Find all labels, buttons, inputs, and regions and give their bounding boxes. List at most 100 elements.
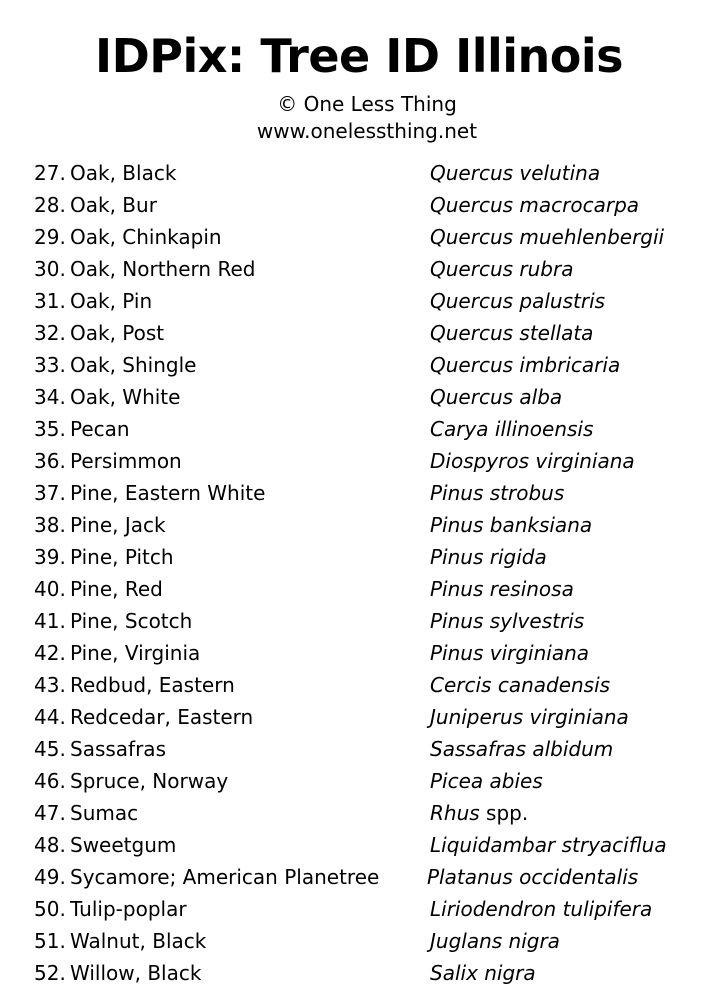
scientific-name-italic: Cercis canadensis: [430, 673, 611, 697]
item-number: 40.: [34, 577, 66, 601]
common-name: Oak, Black: [70, 161, 177, 185]
scientific-name-italic: Salix nigra: [430, 961, 536, 985]
item-number: 46.: [34, 769, 66, 793]
tree-list-item: 45. Sassafras Sassafras albidum: [0, 733, 718, 765]
item-number: 47.: [34, 801, 66, 825]
common-name: Pine, Scotch: [70, 609, 193, 633]
tree-list-item: 33. Oak, Shingle Quercus imbricaria: [0, 349, 718, 381]
tree-list-item: 32. Oak, Post Quercus stellata: [0, 317, 718, 349]
item-number: 39.: [34, 545, 66, 569]
scientific-name: Picea abies: [430, 765, 543, 797]
item-number: 45.: [34, 737, 66, 761]
scientific-name: Platanus occidentalis: [427, 861, 638, 893]
tree-list-item: 35. Pecan Carya illinoensis: [0, 413, 718, 445]
scientific-name: Quercus imbricaria: [430, 349, 620, 381]
scientific-name: Quercus palustris: [430, 285, 605, 317]
tree-list-item: 46. Spruce, Norway Picea abies: [0, 765, 718, 797]
item-number: 33.: [34, 353, 66, 377]
tree-list-item: 51. Walnut, Black Juglans nigra: [0, 925, 718, 957]
scientific-name-italic: Pinus resinosa: [430, 577, 574, 601]
scientific-name-italic: Carya illinoensis: [430, 417, 594, 441]
item-number: 37.: [34, 481, 66, 505]
tree-list-item: 30. Oak, Northern Red Quercus rubra: [0, 253, 718, 285]
common-name: Redcedar, Eastern: [70, 705, 254, 729]
scientific-name-italic: Liriodendron tulipifera: [430, 897, 653, 921]
scientific-name-italic: Pinus rigida: [430, 545, 547, 569]
scientific-name-italic: Juglans nigra: [430, 929, 560, 953]
tree-list-item: 31. Oak, Pin Quercus palustris: [0, 285, 718, 317]
common-name: Pine, Eastern White: [70, 481, 266, 505]
common-name: Pecan: [70, 417, 130, 441]
scientific-name-italic: Quercus palustris: [430, 289, 606, 313]
scientific-name: Rhus spp.: [430, 797, 528, 829]
tree-list-item: 43. Redbud, Eastern Cercis canadensis: [0, 669, 718, 701]
common-name: Oak, Pin: [70, 289, 153, 313]
common-name: Redbud, Eastern: [70, 673, 235, 697]
tree-list: 27. Oak, Black Quercus velutina 28. Oak, Bur…: [0, 157, 718, 989]
common-name: Pine, Virginia: [70, 641, 201, 665]
tree-list-item: 39. Pine, Pitch Pinus rigida: [0, 541, 718, 573]
scientific-name: Pinus resinosa: [430, 573, 574, 605]
item-number: 27.: [34, 161, 66, 185]
item-number: 42.: [34, 641, 66, 665]
scientific-name: Quercus velutina: [430, 157, 600, 189]
common-name: Oak, Shingle: [70, 353, 197, 377]
item-number: 48.: [34, 833, 66, 857]
scientific-name: Juglans nigra: [430, 925, 560, 957]
item-number: 43.: [34, 673, 66, 697]
scientific-name: Salix nigra: [430, 957, 536, 989]
scientific-name-italic: Quercus macrocarpa: [430, 193, 640, 217]
common-name: Walnut, Black: [70, 929, 207, 953]
scientific-name-italic: Sassafras albidum: [430, 737, 614, 761]
common-name: Sassafras: [70, 737, 166, 761]
scientific-name: Pinus virginiana: [430, 637, 589, 669]
scientific-name-italic: Quercus stellata: [430, 321, 594, 345]
scientific-name-italic: Liquidambar stryaciflua: [430, 833, 667, 857]
scientific-name: Juniperus virginiana: [430, 701, 629, 733]
item-number: 50.: [34, 897, 66, 921]
tree-list-item: 28. Oak, Bur Quercus macrocarpa: [0, 189, 718, 221]
common-name: Willow, Black: [70, 961, 202, 985]
common-name: Oak, Bur: [70, 193, 157, 217]
item-number: 34.: [34, 385, 66, 409]
scientific-name-italic: Platanus occidentalis: [427, 865, 639, 889]
common-name: Tulip-poplar: [70, 897, 187, 921]
scientific-name: Quercus alba: [430, 381, 562, 413]
tree-list-item: 48. Sweetgum Liquidambar stryaciflua: [0, 829, 718, 861]
scientific-name-italic: Pinus banksiana: [430, 513, 593, 537]
item-number: 51.: [34, 929, 66, 953]
common-name: Oak, White: [70, 385, 181, 409]
scientific-name: Carya illinoensis: [430, 413, 593, 445]
scientific-name-suffix: spp.: [479, 801, 529, 825]
tree-list-item: 27. Oak, Black Quercus velutina: [0, 157, 718, 189]
scientific-name: Liquidambar stryaciflua: [430, 829, 667, 861]
scientific-name-italic: Pinus virginiana: [430, 641, 590, 665]
item-number: 44.: [34, 705, 66, 729]
item-number: 28.: [34, 193, 66, 217]
common-name: Pine, Red: [70, 577, 163, 601]
scientific-name-italic: Juniperus virginiana: [430, 705, 629, 729]
tree-list-item: 44. Redcedar, Eastern Juniperus virginiana: [0, 701, 718, 733]
common-name: Sweetgum: [70, 833, 177, 857]
tree-list-item: 38. Pine, Jack Pinus banksiana: [0, 509, 718, 541]
tree-list-item: 34. Oak, White Quercus alba: [0, 381, 718, 413]
scientific-name-italic: Quercus rubra: [430, 257, 574, 281]
tree-list-item: 36. Persimmon Diospyros virginiana: [0, 445, 718, 477]
scientific-name: Pinus sylvestris: [430, 605, 584, 637]
common-name: Oak, Northern Red: [70, 257, 256, 281]
scientific-name-italic: Quercus alba: [430, 385, 563, 409]
item-number: 49.: [34, 865, 66, 889]
scientific-name: Quercus stellata: [430, 317, 593, 349]
scientific-name-italic: Pinus sylvestris: [430, 609, 585, 633]
item-number: 30.: [34, 257, 66, 281]
tree-list-item: 37. Pine, Eastern White Pinus strobus: [0, 477, 718, 509]
tree-list-item: 42. Pine, Virginia Pinus virginiana: [0, 637, 718, 669]
common-name: Persimmon: [70, 449, 182, 473]
scientific-name: Pinus strobus: [430, 477, 564, 509]
scientific-name: Cercis canadensis: [430, 669, 610, 701]
common-name: Pine, Jack: [70, 513, 166, 537]
scientific-name-italic: Rhus: [430, 801, 480, 825]
common-name: Pine, Pitch: [70, 545, 174, 569]
scientific-name: Diospyros virginiana: [430, 445, 635, 477]
scientific-name: Sassafras albidum: [430, 733, 613, 765]
